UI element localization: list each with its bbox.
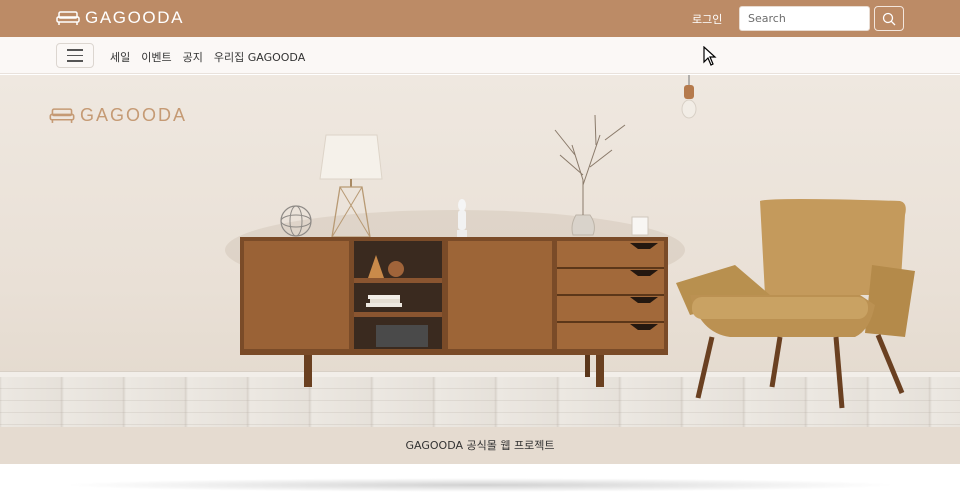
search-button[interactable] (874, 6, 904, 31)
nav-item-event[interactable]: 이벤트 (141, 49, 171, 65)
footer-shadow (60, 478, 900, 492)
furniture-illustration (225, 75, 915, 409)
hamburger-menu-icon (67, 49, 83, 51)
search-input[interactable] (739, 6, 870, 31)
brand-name: GAGOODA (85, 8, 185, 27)
main-nav: 세일 이벤트 공지 우리집 GAGOODA (0, 37, 960, 74)
brand-logo[interactable]: GAGOODA (56, 8, 184, 28)
menu-toggle-button[interactable] (56, 43, 94, 68)
sofa-icon (56, 11, 80, 25)
footer-caption: GAGOODA 공식몰 웹 프로젝트 (0, 427, 960, 464)
nav-item-sale[interactable]: 세일 (110, 49, 130, 65)
search-icon (882, 12, 896, 25)
top-header: GAGOODA 로그인 (0, 0, 960, 37)
login-link[interactable]: 로그인 (692, 11, 722, 27)
mouse-cursor-icon (703, 46, 717, 66)
hero-banner: GAGOODA (0, 75, 960, 427)
nav-item-our-home[interactable]: 우리집 GAGOODA (214, 49, 305, 65)
nav-item-notice[interactable]: 공지 (183, 49, 203, 65)
nav-menu: 세일 이벤트 공지 우리집 GAGOODA (110, 49, 305, 65)
